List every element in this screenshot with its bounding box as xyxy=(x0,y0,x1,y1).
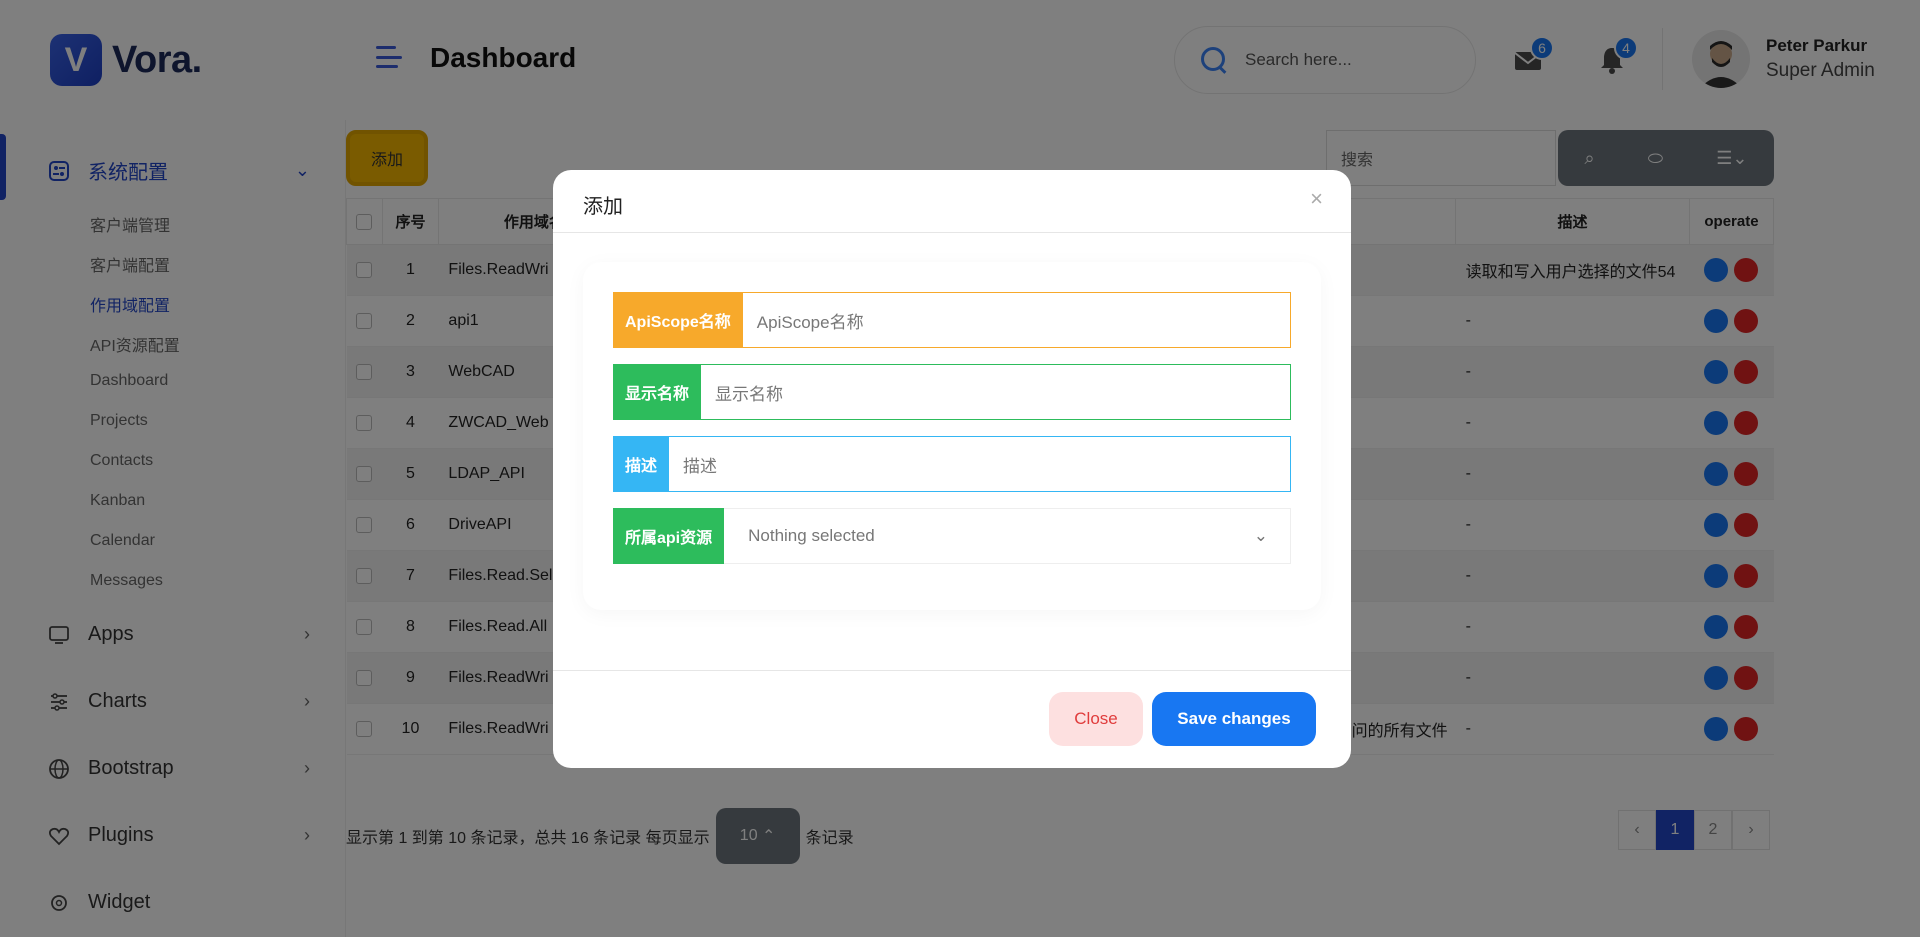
add-modal: 添加 × ApiScope名称 ApiScope名称 显示名称 显示名称 描述 … xyxy=(553,170,1351,768)
apiscope-name-field: ApiScope名称 ApiScope名称 xyxy=(613,292,1291,348)
description-field: 描述 描述 xyxy=(613,436,1291,492)
field-label: ApiScope名称 xyxy=(613,292,743,348)
description-input[interactable]: 描述 xyxy=(669,436,1291,492)
api-resource-value: Nothing selected xyxy=(748,526,875,545)
modal-form-card: ApiScope名称 ApiScope名称 显示名称 显示名称 描述 描述 所属… xyxy=(583,262,1321,610)
api-resource-field: 所属api资源 Nothing selected ⌄ xyxy=(613,508,1291,564)
modal-footer-divider xyxy=(553,670,1351,671)
api-resource-select[interactable]: Nothing selected ⌄ xyxy=(724,508,1291,564)
field-label: 描述 xyxy=(613,436,670,492)
chevron-down-icon: ⌄ xyxy=(1253,526,1268,545)
display-name-input[interactable]: 显示名称 xyxy=(701,364,1291,420)
apiscope-name-input[interactable]: ApiScope名称 xyxy=(742,292,1291,348)
modal-divider xyxy=(553,232,1351,233)
field-label: 显示名称 xyxy=(613,364,702,420)
close-icon[interactable]: × xyxy=(1310,186,1323,212)
field-label: 所属api资源 xyxy=(613,508,725,564)
save-changes-button[interactable]: Save changes xyxy=(1152,692,1316,746)
modal-title: 添加 xyxy=(583,196,623,218)
display-name-field: 显示名称 显示名称 xyxy=(613,364,1291,420)
close-button[interactable]: Close xyxy=(1049,692,1143,746)
